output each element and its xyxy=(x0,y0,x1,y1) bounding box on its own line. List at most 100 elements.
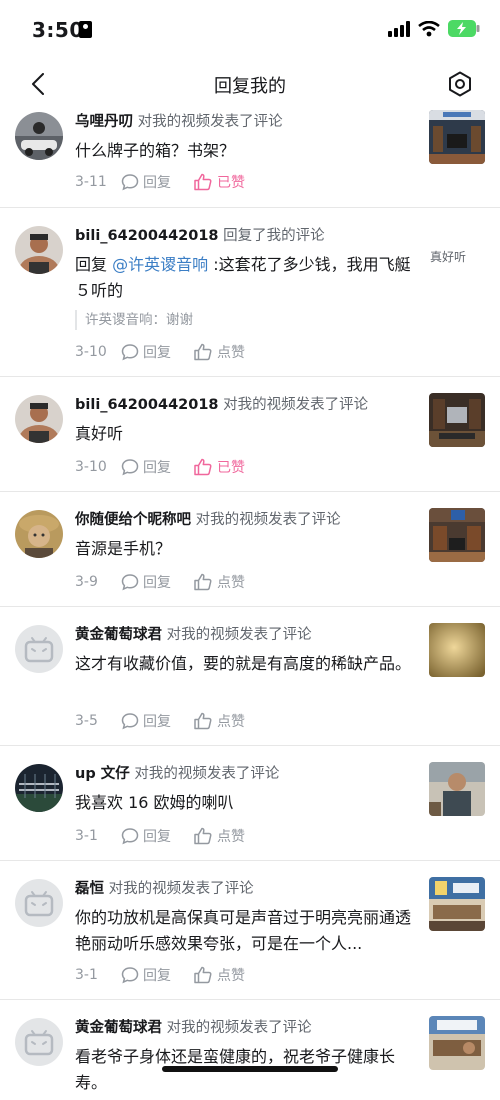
list-item[interactable]: 黄金葡萄球君 对我的视频发表了评论 这才有收藏价值，要的就是有高度的稀缺产品。 … xyxy=(0,607,500,746)
like-label: 已赞 xyxy=(217,175,245,191)
username[interactable]: bili_64200442018 xyxy=(75,228,219,244)
like-button[interactable]: 已赞 xyxy=(193,172,245,192)
thumbs-up-icon xyxy=(194,827,212,845)
comment-date: 3-1 xyxy=(75,828,98,844)
user-line: 乌哩丹叨 对我的视频发表了评论 xyxy=(75,112,419,132)
username[interactable]: 黄金葡萄球君 xyxy=(75,627,162,643)
comment-date: 3-11 xyxy=(75,174,107,190)
comment-bubble-icon xyxy=(121,344,139,361)
video-thumbnail[interactable] xyxy=(429,623,485,677)
reply-label: 回复 xyxy=(143,460,171,476)
avatar[interactable] xyxy=(15,510,63,558)
nav-bar: 回复我的 xyxy=(0,60,500,108)
mention-link[interactable]: @许英谡音响 xyxy=(112,255,208,274)
comment-text[interactable]: 什么牌子的箱？书架？ xyxy=(75,138,419,164)
focus-person-icon xyxy=(79,21,92,38)
comment-text[interactable]: 真好听 xyxy=(75,421,419,447)
comment-text[interactable]: 你的功放机是高保真可是声音过于明亮亮丽通透艳丽动听乐感效果夸张，可是在一个人..… xyxy=(75,905,419,957)
reply-label: 回复 xyxy=(143,575,171,591)
avatar[interactable] xyxy=(15,1018,63,1066)
list-item[interactable]: bili_64200442018 回复了我的评论 回复 @许英谡音响 :这套花了… xyxy=(0,208,500,377)
reply-label: 回复 xyxy=(143,714,171,730)
reply-button[interactable]: 回复 xyxy=(121,965,171,985)
action-text: 对我的视频发表了评论 xyxy=(108,881,254,897)
like-label: 点赞 xyxy=(217,345,245,361)
quoted-reply[interactable]: 许英谡音响：谢谢 xyxy=(75,310,419,330)
comment-bubble-icon xyxy=(121,828,139,845)
username[interactable]: bili_64200442018 xyxy=(75,397,219,413)
meta-row: 3-1 回复 点赞 xyxy=(75,826,245,846)
avatar[interactable] xyxy=(15,879,63,927)
list-item[interactable]: 黄金葡萄球君 对我的视频发表了评论 看老爷子身体还是蛮健康的，祝老爷子健康长寿。 xyxy=(0,1000,500,1100)
status-bar: 3:50 xyxy=(0,0,500,60)
video-thumbnail[interactable] xyxy=(429,762,485,816)
list-item[interactable]: up 文仔 对我的视频发表了评论 我喜欢 16 欧姆的喇叭 3-1 回复 点赞 xyxy=(0,746,500,861)
status-icons xyxy=(388,20,480,37)
thumbs-up-icon xyxy=(194,343,212,361)
reply-button[interactable]: 回复 xyxy=(121,711,171,731)
meta-row: 3-10 回复 点赞 xyxy=(75,342,245,362)
comment-bubble-icon xyxy=(121,574,139,591)
username[interactable]: 乌哩丹叨 xyxy=(75,114,133,130)
reply-prefix: 回复 xyxy=(75,255,113,274)
battery-charging-icon xyxy=(448,20,480,37)
list-item[interactable]: 乌哩丹叨 对我的视频发表了评论 什么牌子的箱？书架？ 3-11 回复 已赞 xyxy=(0,104,500,208)
user-line: 磊恒 对我的视频发表了评论 xyxy=(75,879,419,899)
list-item[interactable]: 你随便给个昵称吧 对我的视频发表了评论 音源是手机？ 3-9 回复 点赞 xyxy=(0,492,500,607)
reply-button[interactable]: 回复 xyxy=(121,342,171,362)
username[interactable]: 你随便给个昵称吧 xyxy=(75,512,191,528)
meta-row: 3-9 回复 点赞 xyxy=(75,572,245,592)
video-thumbnail[interactable] xyxy=(429,110,485,164)
original-comment-preview[interactable]: 真好听 xyxy=(430,248,466,265)
thumbs-up-icon xyxy=(194,458,212,476)
like-button[interactable]: 点赞 xyxy=(193,711,245,731)
user-line: up 文仔 对我的视频发表了评论 xyxy=(75,764,419,784)
reply-label: 回复 xyxy=(143,968,171,984)
like-label: 点赞 xyxy=(217,714,245,730)
username[interactable]: 磊恒 xyxy=(75,881,104,897)
status-time: 3:50 xyxy=(32,18,84,42)
avatar[interactable] xyxy=(15,112,63,160)
comment-text[interactable]: 我喜欢 16 欧姆的喇叭 xyxy=(75,790,419,816)
home-indicator[interactable] xyxy=(162,1066,338,1072)
comment-date: 3-10 xyxy=(75,459,107,475)
meta-row: 3-10 回复 已赞 xyxy=(75,457,245,477)
thumbs-up-icon xyxy=(194,173,212,191)
comment-date: 3-1 xyxy=(75,967,98,983)
comment-text[interactable]: 这才有收藏价值，要的就是有高度的稀缺产品。 xyxy=(75,651,419,677)
comment-date: 3-10 xyxy=(75,344,107,360)
reply-button[interactable]: 回复 xyxy=(121,572,171,592)
comment-bubble-icon xyxy=(121,713,139,730)
avatar[interactable] xyxy=(15,764,63,812)
like-label: 已赞 xyxy=(217,460,245,476)
thumbs-up-icon xyxy=(194,573,212,591)
meta-row: 3-5 回复 点赞 xyxy=(75,711,245,731)
reply-button[interactable]: 回复 xyxy=(121,457,171,477)
avatar[interactable] xyxy=(15,226,63,274)
like-button[interactable]: 点赞 xyxy=(193,965,245,985)
reply-button[interactable]: 回复 xyxy=(121,826,171,846)
comment-text[interactable]: 回复 @许英谡音响 :这套花了多少钱，我用飞艇５听的 xyxy=(75,252,419,304)
username[interactable]: 黄金葡萄球君 xyxy=(75,1020,162,1036)
comment-bubble-icon xyxy=(121,967,139,984)
like-button[interactable]: 点赞 xyxy=(193,572,245,592)
avatar[interactable] xyxy=(15,395,63,443)
video-thumbnail[interactable] xyxy=(429,1016,485,1070)
list-item[interactable]: 磊恒 对我的视频发表了评论 你的功放机是高保真可是声音过于明亮亮丽通透艳丽动听乐… xyxy=(0,861,500,1000)
like-button[interactable]: 点赞 xyxy=(193,342,245,362)
reply-button[interactable]: 回复 xyxy=(121,172,171,192)
video-thumbnail[interactable] xyxy=(429,393,485,447)
like-button[interactable]: 已赞 xyxy=(193,457,245,477)
action-text: 对我的视频发表了评论 xyxy=(195,512,341,528)
video-thumbnail[interactable] xyxy=(429,508,485,562)
username[interactable]: up 文仔 xyxy=(75,766,130,782)
like-label: 点赞 xyxy=(217,829,245,845)
video-thumbnail[interactable] xyxy=(429,877,485,931)
list-item[interactable]: bili_64200442018 对我的视频发表了评论 真好听 3-10 回复 … xyxy=(0,377,500,492)
like-button[interactable]: 点赞 xyxy=(193,826,245,846)
comment-bubble-icon xyxy=(121,459,139,476)
settings-button[interactable] xyxy=(444,68,476,100)
avatar[interactable] xyxy=(15,625,63,673)
comment-text[interactable]: 音源是手机？ xyxy=(75,536,419,562)
reply-label: 回复 xyxy=(143,345,171,361)
